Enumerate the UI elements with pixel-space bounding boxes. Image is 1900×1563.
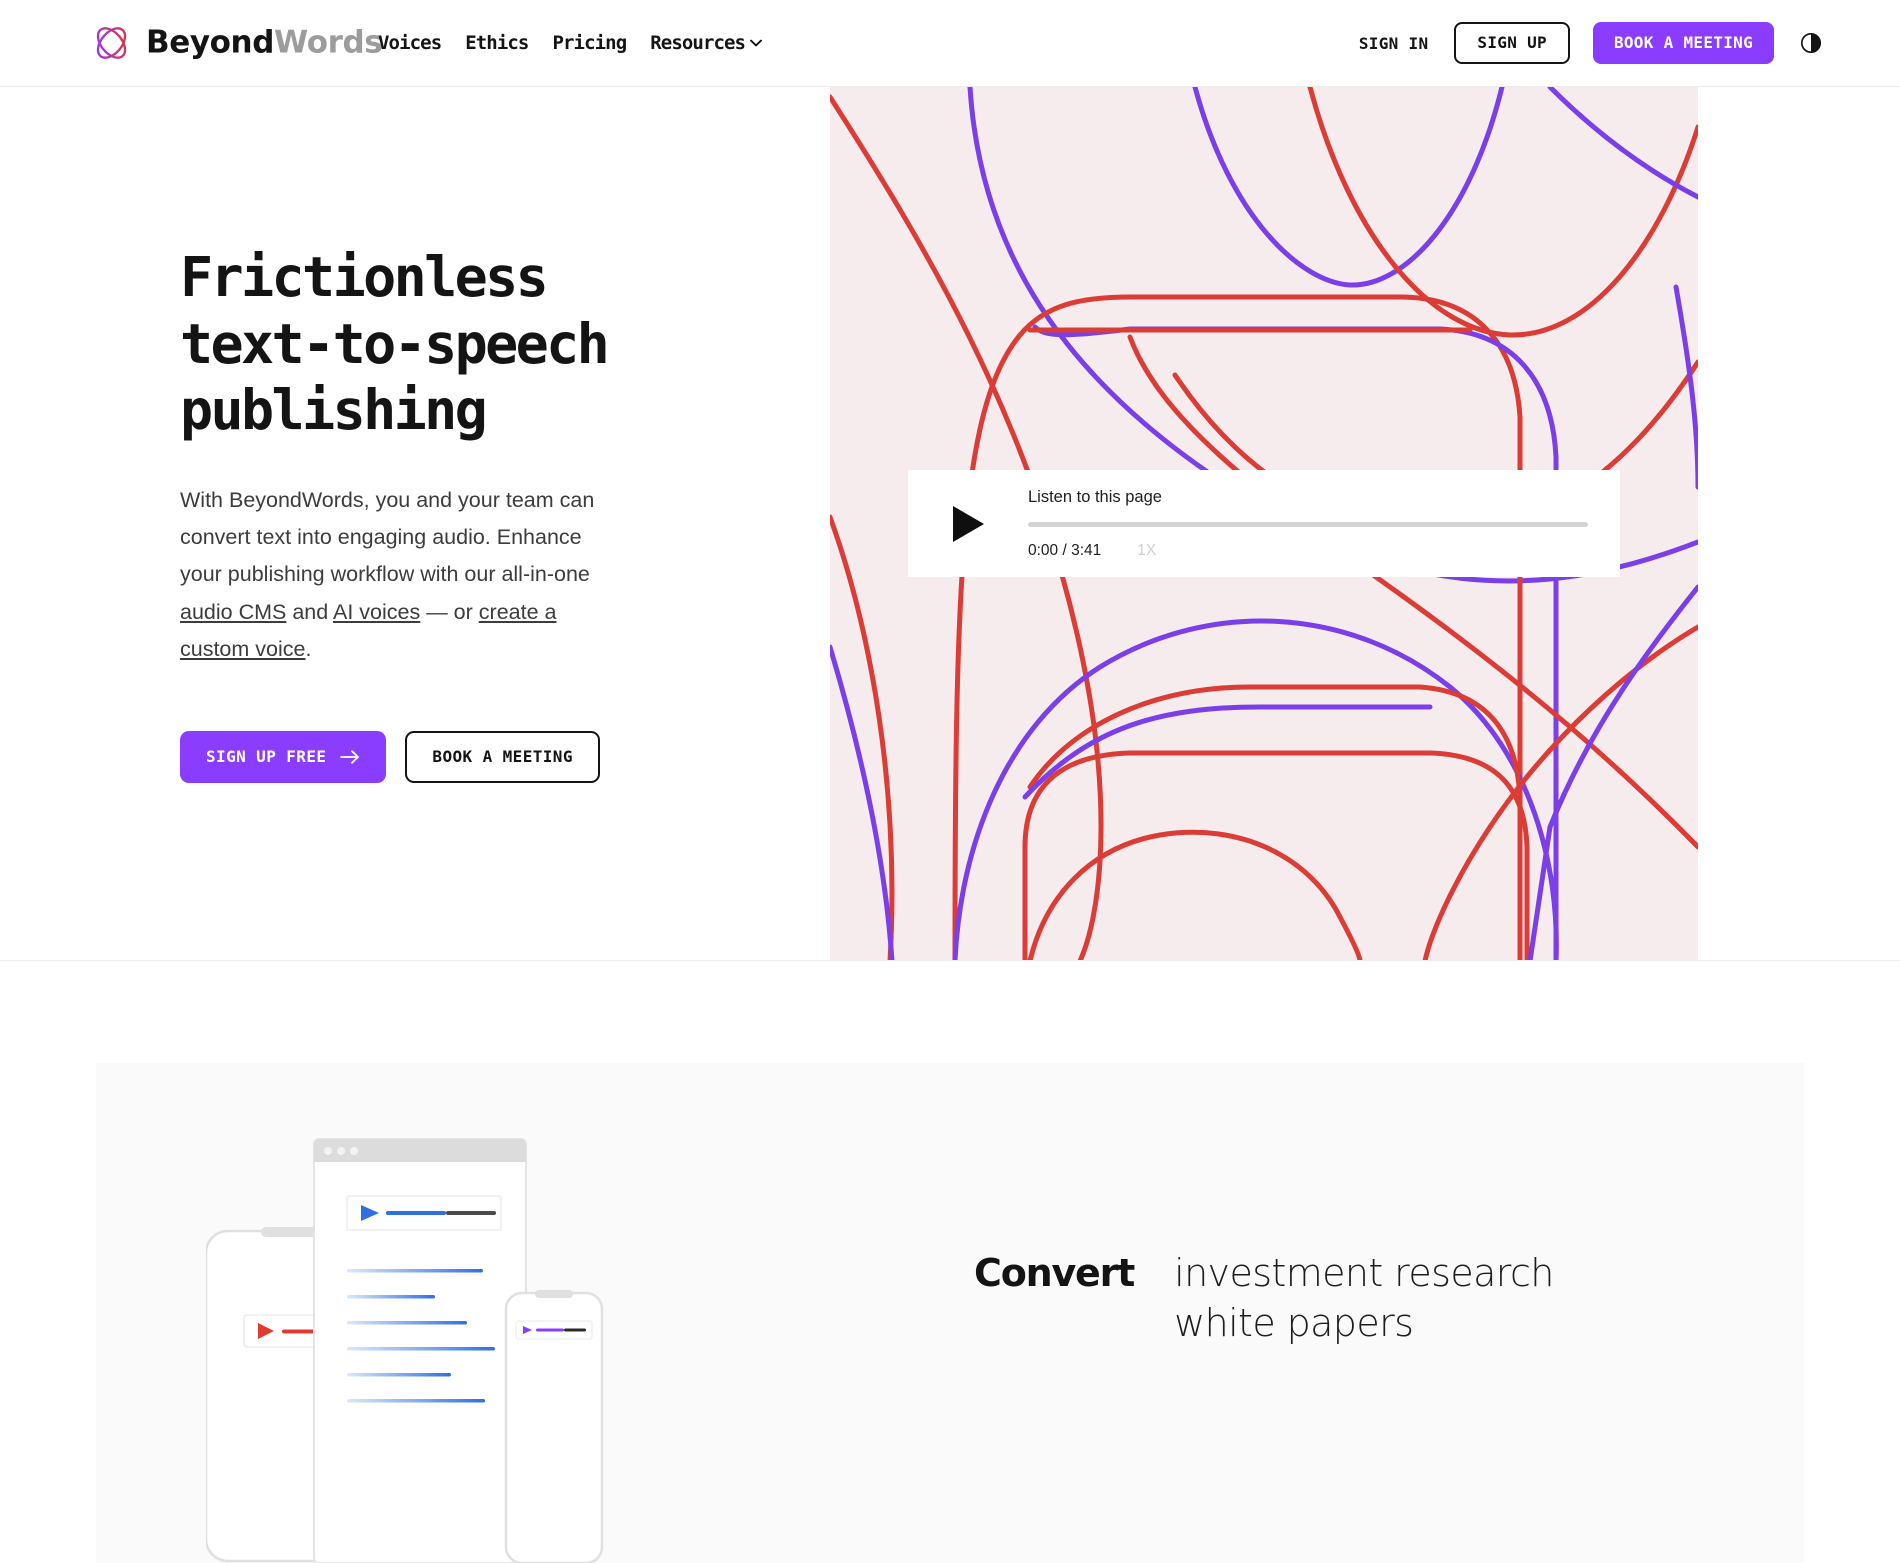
nav-label-pricing: Pricing: [552, 32, 627, 54]
logo-wordmark: BeyondWords: [146, 24, 383, 61]
hero-desc-seg3: — or: [420, 599, 479, 624]
play-triangle-icon[interactable]: [950, 504, 986, 544]
hero-description: With BeyondWords, you and your team can …: [180, 482, 610, 669]
site-header: BeyondWords Voices Ethics Pricing Resour…: [0, 0, 1900, 87]
book-a-meeting-button[interactable]: BOOK A MEETING: [1592, 22, 1774, 64]
player-time-display: 0:00 / 3:41: [1028, 542, 1102, 559]
multi-device-audio-player-mockup-icon: [204, 1138, 604, 1563]
hero-cta-group: SIGN UP FREE BOOK A MEETING: [180, 730, 650, 783]
contrast-circle-icon[interactable]: [1800, 32, 1822, 54]
convert-showcase-section: Convert investment research white papers: [96, 1063, 1804, 1563]
chevron-down-icon: [750, 39, 763, 47]
player-meta: 0:00 / 3:41 1X: [1028, 543, 1588, 559]
sign-up-free-label: SIGN UP FREE: [206, 746, 327, 766]
page-title: Frictionless text-to-speech publishing: [180, 245, 610, 443]
ai-voices-link[interactable]: AI voices: [333, 600, 420, 624]
nav-item-pricing[interactable]: Pricing: [540, 32, 638, 54]
logo-home-link[interactable]: BeyondWords: [90, 22, 383, 65]
hero-copy-block: Frictionless text-to-speech publishing W…: [180, 244, 650, 783]
convert-verb: Convert: [974, 1251, 1135, 1295]
hero-desc-seg2: and: [286, 599, 333, 624]
header-actions: SIGN IN SIGN UP BOOK A MEETING: [1359, 22, 1822, 64]
sign-up-button[interactable]: SIGN UP: [1454, 22, 1570, 64]
hero-book-a-meeting-button[interactable]: BOOK A MEETING: [405, 730, 600, 783]
nav-item-voices[interactable]: Voices: [366, 32, 453, 54]
player-progress-bar[interactable]: [1028, 522, 1588, 527]
convert-phrase: investment research white papers: [1174, 1251, 1554, 1346]
nav-item-ethics[interactable]: Ethics: [453, 32, 540, 54]
player-playback-rate[interactable]: 1X: [1137, 543, 1156, 559]
player-title: Listen to this page: [1028, 487, 1162, 506]
listen-to-page-audio-player[interactable]: Listen to this page 0:00 / 3:41 1X: [908, 470, 1620, 577]
device-mockup-illustration: [204, 1123, 746, 1563]
nav-label-resources: Resources: [650, 32, 746, 54]
sign-in-link[interactable]: SIGN IN: [1359, 34, 1429, 53]
hero-desc-seg1: With BeyondWords, you and your team can …: [180, 487, 595, 587]
hero-desc-seg4: .: [305, 637, 312, 662]
beyondwords-atom-logo-icon: [96, 27, 127, 59]
nav-label-ethics: Ethics: [465, 32, 529, 54]
primary-navigation: Voices Ethics Pricing Resources: [366, 32, 774, 54]
convert-headline-block: Convert investment research white papers: [974, 1248, 1554, 1348]
player-body: Listen to this page 0:00 / 3:41 1X: [1028, 487, 1588, 559]
audio-cms-link[interactable]: audio CMS: [180, 600, 286, 624]
sign-up-free-button[interactable]: SIGN UP FREE: [180, 730, 387, 783]
nav-item-resources[interactable]: Resources: [638, 32, 774, 54]
nav-label-voices: Voices: [378, 32, 442, 54]
logo-word-beyond: Beyond: [146, 24, 275, 61]
arrow-right-icon: [340, 749, 360, 764]
